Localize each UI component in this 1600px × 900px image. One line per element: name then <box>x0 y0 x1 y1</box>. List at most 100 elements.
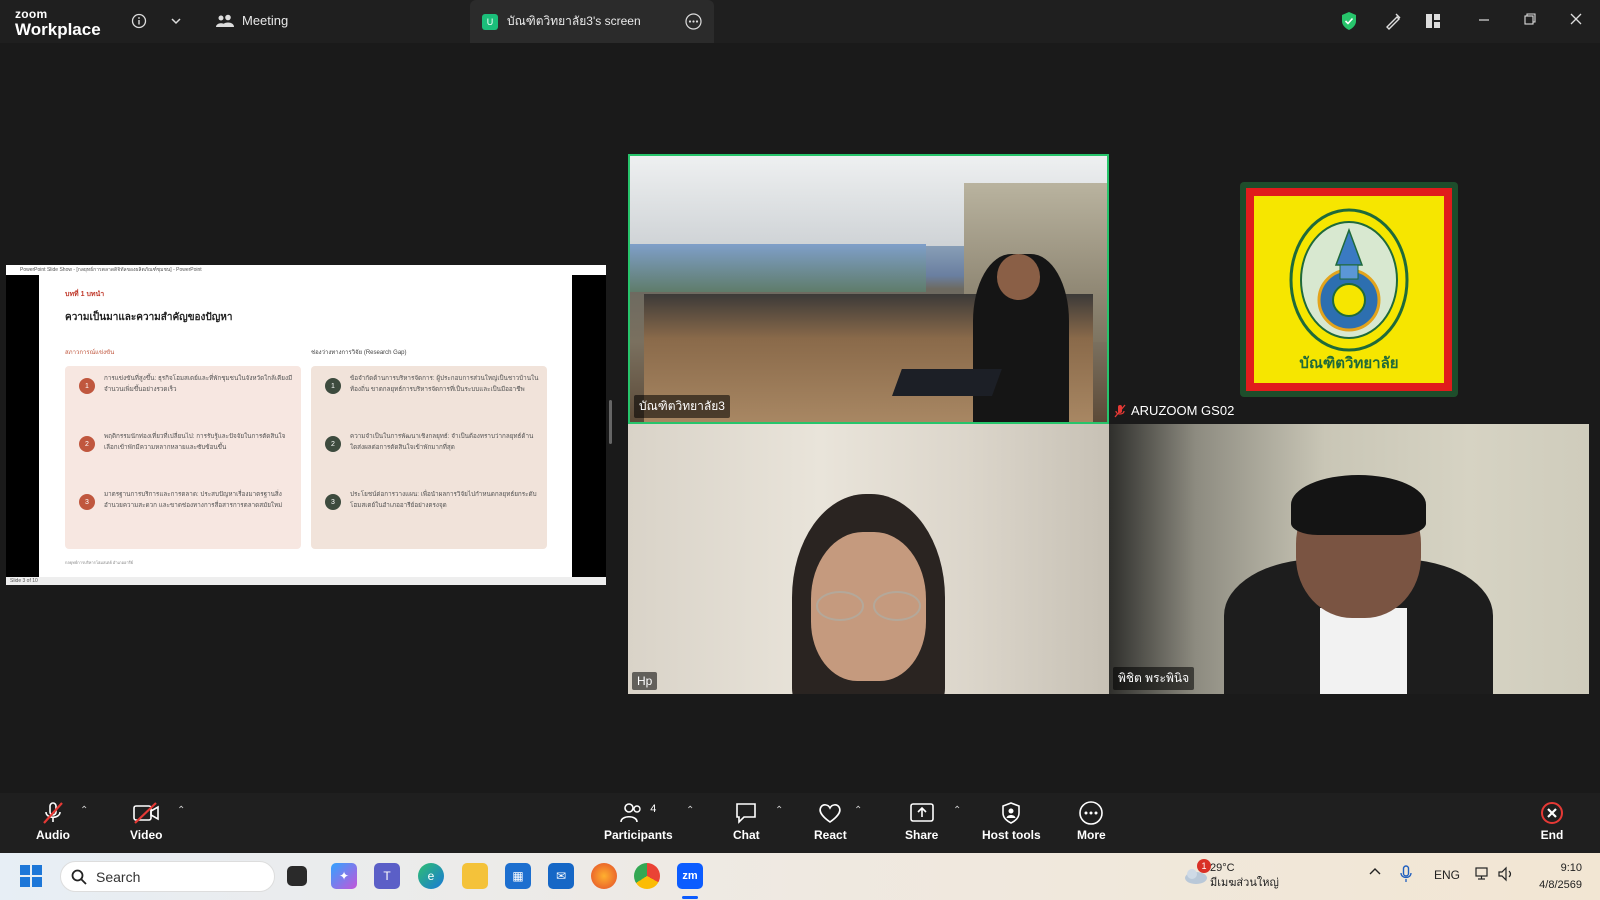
minimize-icon[interactable] <box>1478 12 1490 29</box>
windows-start-icon[interactable] <box>20 865 42 892</box>
item-number: 1 <box>325 378 341 394</box>
video-tile-active-speaker[interactable]: บัณฑิตวิทยาลัย3 <box>628 154 1109 424</box>
ppt-window-title: PowerPoint Slide Show - [กลยุทธ์การตลาดด… <box>6 265 606 275</box>
react-label: React <box>814 828 847 842</box>
ppt-status-bar: Slide 3 of 10 <box>6 577 606 585</box>
end-button[interactable]: End <box>1540 801 1564 842</box>
laptop <box>892 368 1003 396</box>
audio-button[interactable]: Audio <box>36 801 70 842</box>
video-tile-participant[interactable]: Hp <box>628 424 1109 694</box>
item-number: 3 <box>325 494 341 510</box>
glasses <box>815 591 864 622</box>
search-placeholder: Search <box>96 868 141 885</box>
left-item: 1 การแข่งขันที่สูงขึ้น: ธุรกิจโฮมสเตย์แล… <box>73 374 293 418</box>
host-tools-label: Host tools <box>982 828 1041 842</box>
video-off-icon <box>132 801 160 825</box>
more-button[interactable]: More <box>1077 801 1106 842</box>
end-label: End <box>1540 828 1564 842</box>
slide-left-column: สภาวการณ์แข่งขัน 1 การแข่งขันที่สูงขึ้น:… <box>65 347 301 549</box>
logo-top-text: zoom <box>15 7 48 21</box>
taskbar-search[interactable]: Search <box>60 861 275 892</box>
security-shield-icon[interactable] <box>1338 10 1360 32</box>
split-resize-handle[interactable] <box>609 400 612 444</box>
file-explorer-icon[interactable] <box>462 863 488 889</box>
microsoft-store-icon[interactable]: ▦ <box>505 863 531 889</box>
network-icon[interactable] <box>1475 866 1491 885</box>
info-icon[interactable] <box>128 10 150 32</box>
host-tools-button[interactable]: Host tools <box>982 801 1041 842</box>
restore-icon[interactable] <box>1524 12 1536 29</box>
clock-time: 9:10 <box>1560 862 1582 874</box>
firefox-icon[interactable] <box>591 863 617 889</box>
chrome-icon[interactable] <box>634 863 660 889</box>
copilot-icon[interactable]: ✦ <box>331 863 357 889</box>
slide-title: ความเป็นมาและความสำคัญของปัญหา <box>65 312 233 323</box>
chat-options-caret-icon[interactable]: ⌃ <box>775 805 783 816</box>
clock-date: 4/8/2569 <box>1539 878 1582 891</box>
video-button[interactable]: Video <box>130 801 162 842</box>
participant-name-tag: พิชิต พระพินิจ <box>1113 667 1195 690</box>
more-options-icon[interactable] <box>685 13 702 33</box>
microphone-icon[interactable] <box>1400 865 1412 886</box>
zoom-app-icon[interactable]: zm <box>677 863 703 889</box>
logo-border: บัณฑิตวิทยาลัย <box>1246 188 1452 391</box>
chat-icon <box>734 801 758 825</box>
temperature: 29°C <box>1210 862 1235 874</box>
share-options-caret-icon[interactable]: ⌃ <box>953 805 961 816</box>
participant-name: พิชิต พระพินิจ <box>1118 671 1190 685</box>
participant-name-tag: ARUZOOM GS02 <box>1114 403 1234 418</box>
language-indicator[interactable]: ENG <box>1434 868 1460 882</box>
video-options-caret-icon[interactable]: ⌃ <box>177 805 185 816</box>
teams-icon[interactable]: T <box>374 863 400 889</box>
audio-options-caret-icon[interactable]: ⌃ <box>80 805 88 816</box>
mail-icon[interactable]: ✉ <box>548 863 574 889</box>
left-item: 3 มาตรฐานการบริการและการตลาด: ประสบปัญหา… <box>73 490 293 534</box>
participant-name-tag: Hp <box>632 672 658 690</box>
chevron-down-icon[interactable] <box>165 10 187 32</box>
screen-share-tab[interactable]: U บัณฑิตวิทยาลัย3's screen <box>470 0 714 43</box>
participants-count: 4 <box>650 803 657 815</box>
muted-mic-icon <box>41 801 65 825</box>
show-hidden-icons-icon[interactable] <box>1368 865 1382 882</box>
more-label: More <box>1077 828 1106 842</box>
share-button[interactable]: Share <box>905 801 938 842</box>
participants-options-caret-icon[interactable]: ⌃ <box>686 805 694 816</box>
meeting-tab[interactable]: Meeting <box>216 13 288 28</box>
item-text: ประโยชน์ต่อการวางแผน: เพื่อนำผลการวิจัยไ… <box>350 491 537 509</box>
left-card: 1 การแข่งขันที่สูงขึ้น: ธุรกิจโฮมสเตย์แล… <box>65 366 301 549</box>
muted-mic-icon <box>1114 404 1126 417</box>
react-options-caret-icon[interactable]: ⌃ <box>854 805 862 816</box>
item-text: มาตรฐานการบริการและการตลาด: ประสบปัญหาเร… <box>104 491 283 509</box>
participant-name: ARUZOOM GS02 <box>1131 403 1235 418</box>
participants-label: Participants <box>604 828 673 842</box>
weather-icon[interactable]: 1 <box>1183 859 1211 890</box>
system-clock[interactable]: 9:10 4/8/2569 <box>1530 860 1582 893</box>
university-seal-icon <box>1289 208 1409 351</box>
view-layout-icon[interactable] <box>1422 10 1444 32</box>
end-call-icon <box>1540 801 1564 825</box>
heart-icon <box>818 801 842 825</box>
participant-name: บัณฑิตวิทยาลัย3 <box>639 399 725 413</box>
react-button[interactable]: React <box>814 801 847 842</box>
item-number: 2 <box>325 436 341 452</box>
shared-screen[interactable]: PowerPoint Slide Show - [กลยุทธ์การตลาดด… <box>6 265 606 585</box>
item-text: ข้อจำกัดด้านการบริหารจัดการ: ผู้ประกอบกา… <box>350 375 539 393</box>
edge-browser-icon[interactable]: e <box>418 863 444 889</box>
participant-name-tag: บัณฑิตวิทยาลัย3 <box>634 395 730 418</box>
shirt <box>1320 607 1407 694</box>
annotate-icon[interactable] <box>1382 10 1404 32</box>
right-item: 1 ข้อจำกัดด้านการบริหารจัดการ: ผู้ประกอบ… <box>319 374 539 418</box>
item-text: พฤติกรรมนักท่องเที่ยวที่เปลี่ยนไป: การรั… <box>104 433 286 451</box>
logo-caption: บัณฑิตวิทยาลัย <box>1299 354 1399 372</box>
slide-right-column: ช่องว่างทางการวิจัย (Research Gap) 1 ข้อ… <box>311 347 547 549</box>
close-icon[interactable] <box>1570 12 1582 29</box>
video-tile-participant[interactable]: พิชิต พระพินิจ <box>1109 424 1589 694</box>
active-app-indicator <box>682 896 698 899</box>
participants-button[interactable]: 4 Participants <box>604 801 673 842</box>
video-tile-logo[interactable]: บัณฑิตวิทยาลัย <box>1240 182 1458 397</box>
weather-widget[interactable]: 29°C มีเมฆส่วนใหญ่ <box>1210 861 1279 892</box>
right-heading: ช่องว่างทางการวิจัย (Research Gap) <box>311 350 407 356</box>
chat-button[interactable]: Chat <box>733 801 760 842</box>
task-view-icon[interactable] <box>287 866 307 886</box>
volume-icon[interactable] <box>1498 866 1514 885</box>
